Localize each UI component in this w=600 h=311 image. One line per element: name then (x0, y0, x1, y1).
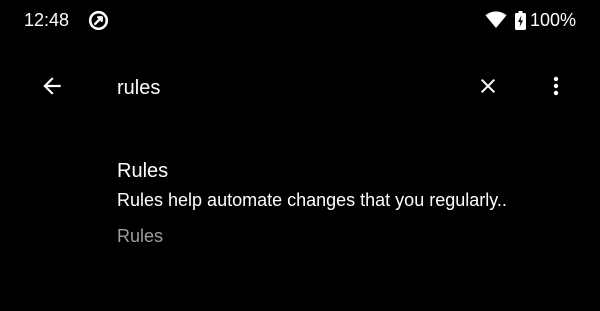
close-icon (476, 74, 500, 103)
status-right-group: 100% (485, 9, 576, 31)
result-breadcrumb: Rules (117, 226, 164, 246)
search-result-item[interactable]: Rules Rules help automate changes that y… (0, 150, 600, 255)
clear-search-button[interactable] (468, 68, 508, 108)
app-notification-icon (88, 10, 109, 31)
result-title: Rules (117, 160, 169, 182)
battery-charging-icon (514, 10, 526, 30)
wifi-icon (485, 11, 507, 29)
search-toolbar (0, 56, 600, 120)
arrow-back-icon (39, 73, 65, 104)
back-button[interactable] (32, 68, 72, 108)
search-input[interactable] (117, 72, 447, 104)
battery-percentage: 100% (529, 10, 576, 30)
more-options-button[interactable] (536, 68, 576, 108)
more-vert-icon (544, 74, 568, 103)
result-summary: Rules help automate changes that you reg… (117, 190, 507, 210)
status-time: 12:48 (24, 10, 70, 30)
status-bar: 12:48 100% (0, 0, 600, 40)
